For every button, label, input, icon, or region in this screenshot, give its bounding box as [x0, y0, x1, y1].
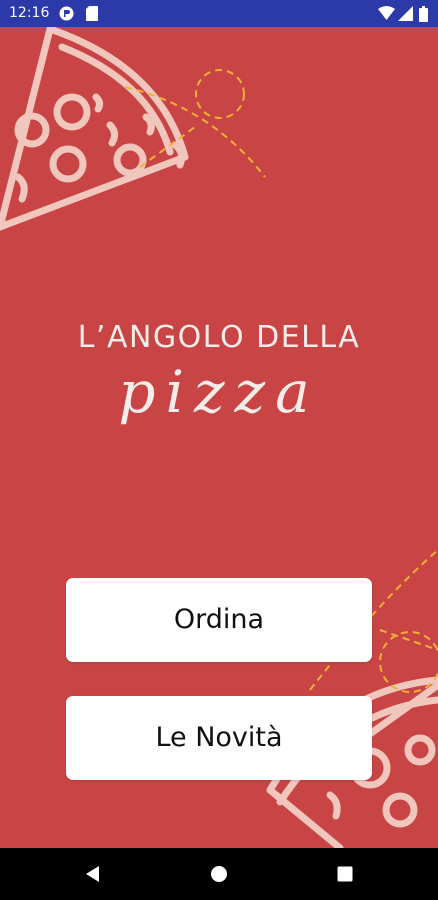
ordina-button[interactable]: Ordina	[66, 578, 372, 662]
wifi-icon	[378, 6, 395, 25]
home-icon[interactable]	[205, 860, 233, 888]
pizza-slice-top-illustration	[0, 27, 266, 231]
status-time: 12:16	[9, 5, 50, 21]
sim-card-icon	[86, 6, 98, 25]
back-icon[interactable]	[79, 860, 107, 888]
le-novita-button[interactable]: Le Novità	[66, 696, 372, 780]
signal-icon	[398, 6, 413, 25]
logo-subtitle: pizza	[118, 358, 320, 426]
recents-icon[interactable]	[331, 860, 359, 888]
notification-app-icon	[59, 6, 74, 25]
app-screen: 12:16 L’ANGOLO DELLA pizza Ordina Le Nov…	[0, 0, 438, 900]
battery-icon	[419, 6, 428, 26]
navigation-bar	[0, 848, 438, 900]
status-bar: 12:16	[0, 0, 438, 27]
